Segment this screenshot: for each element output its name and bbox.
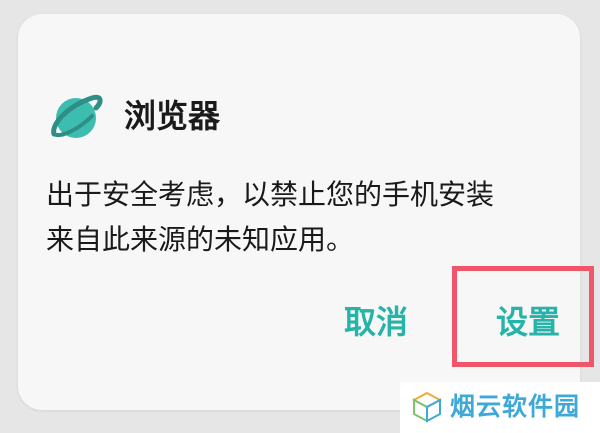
- dialog-message: 出于安全考虑，以禁止您的手机安装 来自此来源的未知应用。: [46, 172, 566, 262]
- dialog-message-line-2: 来自此来源的未知应用。: [46, 223, 355, 256]
- browser-planet-icon: [51, 94, 103, 138]
- watermark: 烟云软件园: [400, 382, 600, 433]
- cube-logo-icon: [411, 391, 443, 423]
- dialog-title: 浏览器: [124, 97, 221, 135]
- install-blocked-dialog: 浏览器 出于安全考虑，以禁止您的手机安装 来自此来源的未知应用。 取消 设置: [18, 14, 580, 410]
- cancel-button[interactable]: 取消: [344, 298, 408, 346]
- watermark-text: 烟云软件园: [450, 392, 581, 421]
- dialog-message-line-1: 出于安全考虑，以禁止您的手机安装: [46, 178, 495, 211]
- settings-button[interactable]: 设置: [496, 298, 560, 346]
